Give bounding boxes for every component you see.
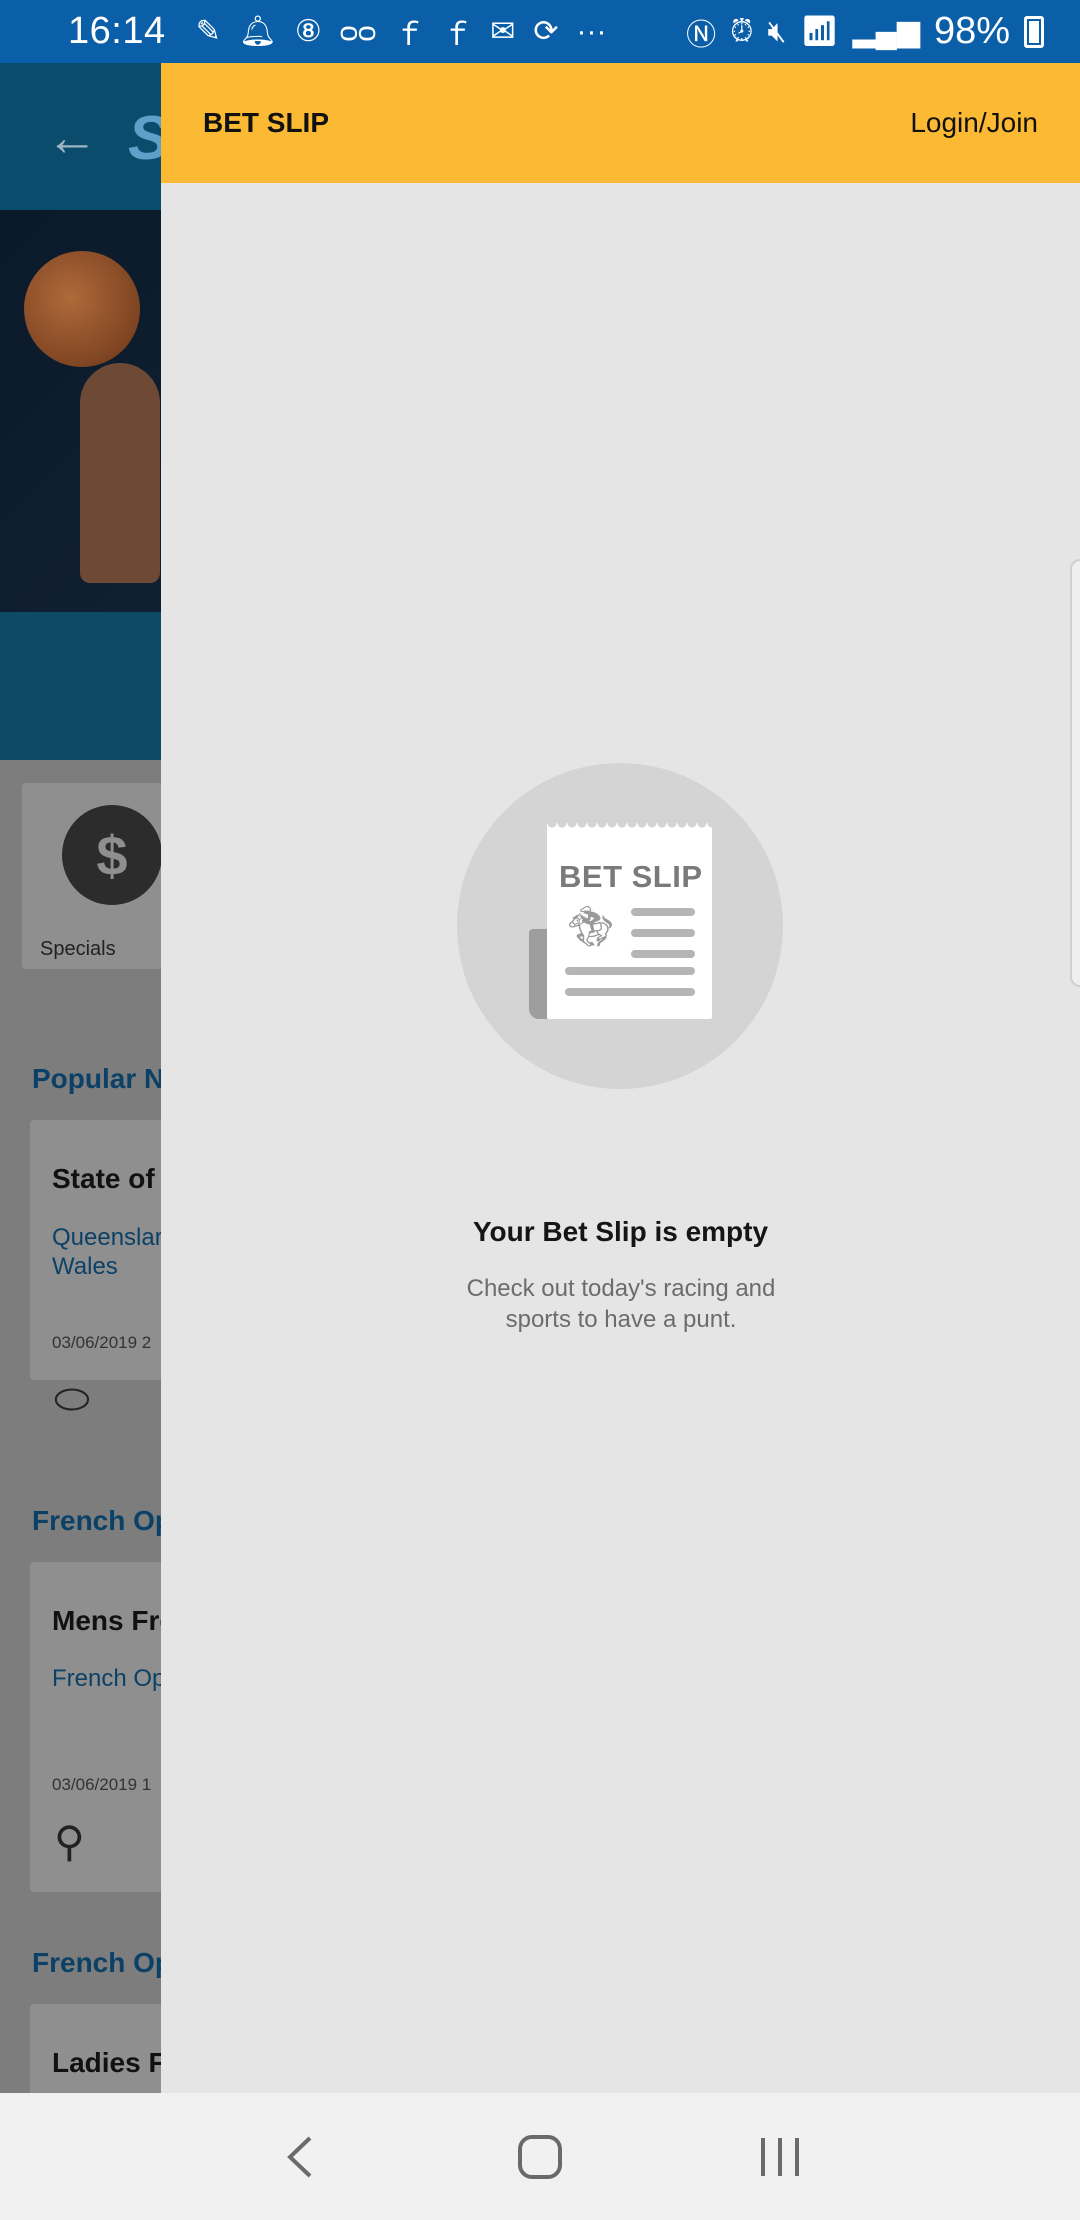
receipt-fold <box>529 929 547 1019</box>
notification-icons: ✎ 🔔︎ ⑧ ᴑᴑ ｆ ｆ ✉ ⟳ ··· <box>196 10 607 54</box>
signal-icon: ▂▄▆ <box>852 15 920 48</box>
receipt-title: BET SLIP <box>559 859 703 894</box>
receipt-line <box>631 950 695 958</box>
receipt-line <box>631 929 695 937</box>
outlook-icon: ✉ <box>490 15 516 48</box>
section-title: French Op <box>32 1947 173 1978</box>
back-arrow-icon[interactable]: ← <box>46 108 98 168</box>
horse-racing-icon: 🏇︎ <box>565 905 616 949</box>
nfc-icon: Ⓝ <box>686 18 717 52</box>
nav-home-icon[interactable] <box>500 2117 580 2197</box>
more-icon: ··· <box>576 14 607 48</box>
status-time: 16:14 <box>68 10 166 52</box>
bell-icon: 🔔︎ <box>238 15 277 48</box>
tennis-racket-icon: ⚲ <box>54 1818 85 1865</box>
card-subtitle: Queenslar Wales <box>52 1224 163 1280</box>
battery-percent: 98% <box>933 10 1010 52</box>
system-icons: Ⓝ ⏰︎ 🔇︎ 📶︎ ▂▄▆ 98% <box>686 10 1044 54</box>
empty-heading: Your Bet Slip is empty <box>472 1216 769 1247</box>
receipt-line <box>631 908 695 916</box>
navigation-bar <box>0 2093 1080 2220</box>
player-arm-image <box>80 363 160 583</box>
nav-back-icon[interactable] <box>260 2117 340 2197</box>
login-join-button[interactable]: Login/Join <box>910 107 1038 139</box>
receipt-line <box>565 967 695 975</box>
battery-icon <box>1024 15 1044 48</box>
card-date: 03/06/2019 1 <box>52 1775 152 1794</box>
drawer-edge-handle[interactable] <box>1070 559 1080 987</box>
status-bar: 16:14 ✎ 🔔︎ ⑧ ᴑᴑ ｆ ｆ ✉ ⟳ ··· Ⓝ ⏰︎ 🔇︎ 📶︎ ▂… <box>0 0 1080 63</box>
specials-label: Specials <box>40 938 116 960</box>
nav-recents-icon[interactable] <box>740 2117 820 2197</box>
facebook-icon: ｆ <box>394 18 425 52</box>
8-ball-icon: ⑧ <box>294 15 322 48</box>
dollar-badge-icon: $ <box>62 805 162 905</box>
bet-slip-drawer: BET SLIP Login/Join BET SLIP 🏇︎ Your Bet… <box>161 63 1080 2093</box>
wifi-icon: 📶︎ <box>800 15 839 48</box>
card-subtitle: French Op <box>52 1665 166 1692</box>
rugby-ball-icon: ⬭ <box>54 1375 90 1422</box>
card-date: 03/06/2019 2 <box>52 1333 152 1352</box>
section-title: French Op <box>32 1505 173 1536</box>
voicemail-icon: ᴑᴑ <box>339 14 377 48</box>
receipt-line <box>565 988 695 996</box>
mute-icon: 🔇︎ <box>767 14 787 48</box>
drawer-header: BET SLIP Login/Join <box>161 63 1080 183</box>
card-title: Mens Fre <box>52 1605 175 1636</box>
sync-icon: ⟳ <box>533 15 559 48</box>
section-title: Popular N <box>32 1063 165 1094</box>
card-title: Ladies F <box>52 2047 166 2078</box>
card-title: State of <box>52 1163 155 1194</box>
facebook-icon: ｆ <box>442 18 473 52</box>
drawer-title: BET SLIP <box>203 107 330 138</box>
alarm-icon: ⏰︎ <box>730 14 754 48</box>
empty-subtext: Check out today's racing and sports to h… <box>466 1275 776 1333</box>
basketball-image <box>24 251 140 367</box>
pen-icon: ✎ <box>195 15 221 48</box>
